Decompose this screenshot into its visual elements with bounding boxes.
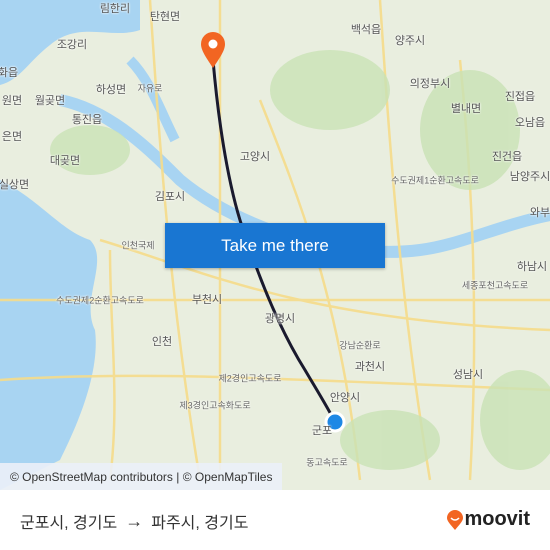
place-label: 실상면 — [0, 179, 30, 191]
place-label: 안양시 — [329, 392, 361, 404]
place-label: 인천 — [151, 336, 173, 348]
place-label: 의정부시 — [409, 78, 451, 90]
road-label: 세종포천고속도로 — [461, 280, 529, 291]
place-label: 림한리 — [99, 3, 131, 15]
arrow-right-icon: → — [125, 510, 144, 531]
take-me-there-button[interactable]: Take me there — [165, 223, 385, 268]
place-label: 와부 — [529, 207, 550, 219]
place-label: 통진읍 — [71, 114, 103, 126]
place-label: 백석읍 — [350, 24, 382, 36]
road-label: 강남순환로 — [339, 340, 381, 351]
road-label: 제2경인고속도로 — [218, 373, 282, 384]
place-label: 월곶면 — [34, 95, 66, 107]
place-label: 양주시 — [394, 35, 426, 47]
road-label: 인천국제 — [121, 240, 155, 251]
place-label: 부천시 — [191, 294, 223, 306]
place-label: 별내면 — [450, 103, 482, 115]
place-label: 진건읍 — [491, 151, 523, 163]
place-label: 군포 — [311, 425, 333, 437]
map-attribution[interactable]: © OpenStreetMap contributors | © OpenMap… — [0, 463, 283, 490]
place-label: 화읍 — [0, 67, 19, 79]
road-label: 제3경인고속화도로 — [179, 400, 251, 411]
origin-name: 군포시, 경기도 — [20, 515, 118, 532]
place-label: 남양주시 — [509, 171, 550, 183]
place-label: 김포시 — [154, 191, 186, 203]
place-label: 오남읍 — [514, 117, 546, 129]
road-label: 수도권제1순환고속도로 — [391, 175, 479, 186]
destination-pin — [201, 32, 225, 68]
place-label: 탄현면 — [149, 11, 181, 23]
place-label: 고양시 — [239, 151, 271, 163]
moovit-pin-icon — [447, 509, 464, 530]
place-label: 조강리 — [56, 39, 88, 51]
destination-name: 파주시, 경기도 — [151, 515, 249, 532]
road-label: 자유로 — [137, 83, 163, 94]
road-label: 동고속도로 — [306, 457, 348, 468]
place-label: 과천시 — [354, 361, 386, 373]
route-summary: 군포시, 경기도 → 파주시, 경기도 — [20, 509, 248, 533]
road-label: 수도권제2순환고속도로 — [56, 295, 144, 306]
place-label: 진접읍 — [504, 91, 536, 103]
place-label: 은면 — [1, 131, 23, 143]
place-label: 성남시 — [452, 369, 484, 381]
place-label: 광명시 — [264, 313, 296, 325]
place-label: 원면 — [1, 95, 23, 107]
footer: 군포시, 경기도 → 파주시, 경기도 moovit — [0, 490, 550, 550]
place-label: 하남시 — [516, 261, 548, 273]
place-label: 대곶면 — [49, 155, 81, 167]
place-label: 하성면 — [95, 84, 127, 96]
moovit-logo: moovit — [446, 508, 530, 531]
map[interactable]: 림한리탄현면조강리 백석읍양주시하성면월곶면 의정부시통진읍 별내면 진접읍대곶면 고양시… — [0, 0, 550, 490]
